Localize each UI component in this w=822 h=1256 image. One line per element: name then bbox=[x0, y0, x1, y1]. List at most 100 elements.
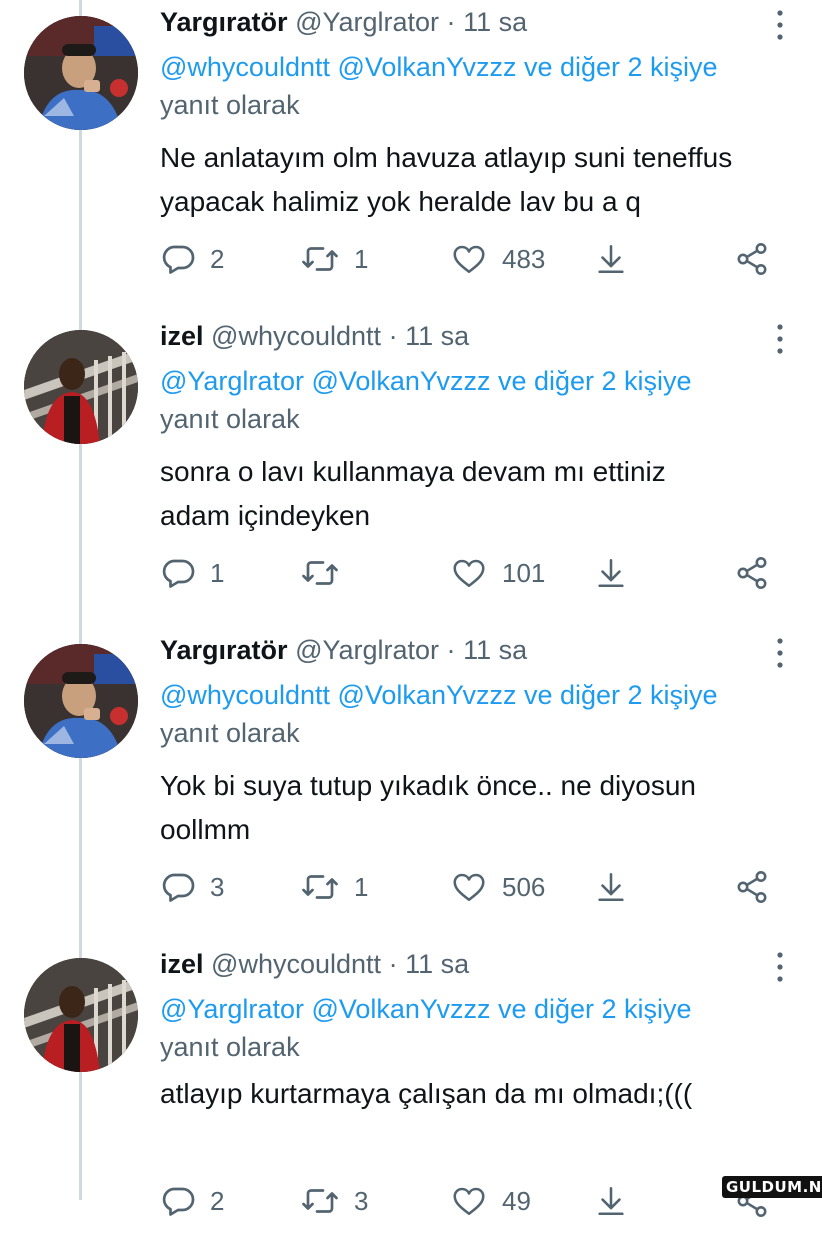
like-button[interactable]: 101 bbox=[450, 550, 545, 596]
retweet-icon bbox=[302, 1189, 338, 1213]
reply-icon bbox=[162, 245, 195, 274]
retweet-button[interactable]: 1 bbox=[300, 236, 368, 282]
retweet-icon bbox=[302, 561, 338, 585]
tweet-actions: 2 1 483 bbox=[160, 236, 800, 282]
reply-context: @Yarglrator @VolkanYvzzz ve diğer 2 kişi… bbox=[160, 362, 800, 438]
reply-icon bbox=[162, 1187, 195, 1216]
share-icon bbox=[737, 243, 767, 275]
user-handle[interactable]: @whycouldntt bbox=[211, 321, 381, 351]
reply-context-label: yanıt olarak bbox=[160, 1032, 300, 1062]
download-button[interactable] bbox=[594, 236, 628, 282]
display-name[interactable]: izel bbox=[160, 949, 204, 979]
avatar-yargirator[interactable] bbox=[24, 644, 138, 758]
tweet-header: izel @whycouldntt · 11 sa bbox=[160, 946, 469, 982]
share-button[interactable] bbox=[734, 236, 770, 282]
retweet-count: 1 bbox=[354, 243, 369, 274]
retweet-count: 1 bbox=[354, 871, 369, 902]
tweet[interactable]: Yargıratör @Yarglrator · 11 sa @whycould… bbox=[0, 0, 822, 314]
tweet-text: atlayıp kurtarmaya çalışan da mı olmadı;… bbox=[160, 1078, 693, 1109]
like-count: 483 bbox=[502, 243, 546, 274]
timestamp[interactable]: 11 sa bbox=[463, 635, 527, 665]
retweet-icon bbox=[302, 875, 338, 899]
reply-context-label: yanıt olarak bbox=[160, 404, 300, 434]
timestamp[interactable]: 11 sa bbox=[405, 321, 469, 351]
reply-context: @whycouldntt @VolkanYvzzz ve diğer 2 kiş… bbox=[160, 676, 800, 752]
avatar-yargirator[interactable] bbox=[24, 16, 138, 130]
user-handle[interactable]: @whycouldntt bbox=[211, 949, 381, 979]
reply-count: 3 bbox=[210, 871, 225, 902]
share-icon bbox=[737, 871, 767, 903]
retweet-icon bbox=[302, 247, 338, 271]
display-name[interactable]: Yargıratör bbox=[160, 635, 288, 665]
heart-icon bbox=[453, 245, 485, 274]
mention-links[interactable]: @whycouldntt @VolkanYvzzz ve diğer 2 kiş… bbox=[160, 680, 718, 710]
separator-dot: · bbox=[388, 321, 398, 351]
tweet-actions: 2 3 49 bbox=[160, 1178, 800, 1224]
separator-dot: · bbox=[446, 7, 456, 37]
share-button[interactable] bbox=[734, 550, 770, 596]
retweet-button[interactable]: 1 bbox=[300, 864, 368, 910]
like-button[interactable]: 483 bbox=[450, 236, 545, 282]
mention-links[interactable]: @whycouldntt @VolkanYvzzz ve diğer 2 kiş… bbox=[160, 52, 718, 82]
user-handle[interactable]: @Yarglrator bbox=[295, 635, 439, 665]
retweet-button[interactable] bbox=[300, 550, 354, 596]
like-count: 49 bbox=[502, 1185, 531, 1216]
timestamp[interactable]: 11 sa bbox=[463, 7, 527, 37]
mention-links[interactable]: @Yarglrator @VolkanYvzzz ve diğer 2 kişi… bbox=[160, 994, 692, 1024]
more-icon[interactable] bbox=[768, 950, 792, 984]
share-button[interactable] bbox=[734, 864, 770, 910]
heart-icon bbox=[453, 873, 485, 902]
separator-dot: · bbox=[446, 635, 456, 665]
tweet[interactable]: izel @whycouldntt · 11 sa @Yarglrator @V… bbox=[0, 942, 822, 1256]
more-icon[interactable] bbox=[768, 636, 792, 670]
timestamp[interactable]: 11 sa bbox=[405, 949, 469, 979]
heart-icon bbox=[453, 1187, 485, 1216]
reply-button[interactable]: 1 bbox=[160, 550, 224, 596]
user-handle[interactable]: @Yarglrator bbox=[295, 7, 439, 37]
tweet-header: izel @whycouldntt · 11 sa bbox=[160, 318, 469, 354]
tweet[interactable]: Yargıratör @Yarglrator · 11 sa @whycould… bbox=[0, 628, 822, 942]
reply-count: 2 bbox=[210, 243, 225, 274]
retweet-count: 3 bbox=[354, 1185, 369, 1216]
reply-icon bbox=[162, 873, 195, 902]
retweet-button[interactable]: 3 bbox=[300, 1178, 368, 1224]
more-icon[interactable] bbox=[768, 8, 792, 42]
reply-count: 1 bbox=[210, 557, 225, 588]
download-button[interactable] bbox=[594, 864, 628, 910]
like-button[interactable]: 506 bbox=[450, 864, 545, 910]
reply-button[interactable]: 2 bbox=[160, 236, 224, 282]
tweet-text: Yok bi suya tutup yıkadık önce.. ne diyo… bbox=[160, 770, 696, 845]
tweet[interactable]: izel @whycouldntt · 11 sa @Yarglrator @V… bbox=[0, 314, 822, 628]
reply-context-label: yanıt olarak bbox=[160, 90, 300, 120]
reply-context: @Yarglrator @VolkanYvzzz ve diğer 2 kişi… bbox=[160, 990, 800, 1066]
reply-button[interactable]: 2 bbox=[160, 1178, 224, 1224]
tweet-actions: 3 1 506 bbox=[160, 864, 800, 910]
display-name[interactable]: Yargıratör bbox=[160, 7, 288, 37]
separator-dot: · bbox=[388, 949, 398, 979]
reply-context-label: yanıt olarak bbox=[160, 718, 300, 748]
download-icon bbox=[598, 872, 624, 902]
mention-links[interactable]: @Yarglrator @VolkanYvzzz ve diğer 2 kişi… bbox=[160, 366, 692, 396]
more-icon[interactable] bbox=[768, 322, 792, 356]
download-button[interactable] bbox=[594, 550, 628, 596]
tweet-text: sonra o lavı kullanmaya devam mı ettiniz… bbox=[160, 456, 666, 531]
reply-button[interactable]: 3 bbox=[160, 864, 224, 910]
reply-icon bbox=[162, 559, 195, 588]
download-icon bbox=[598, 558, 624, 588]
watermark: GULDUM.NET bbox=[722, 1176, 822, 1198]
reply-context: @whycouldntt @VolkanYvzzz ve diğer 2 kiş… bbox=[160, 48, 800, 124]
heart-icon bbox=[453, 559, 485, 588]
download-icon bbox=[598, 1186, 624, 1216]
share-icon bbox=[737, 557, 767, 589]
like-count: 506 bbox=[502, 871, 546, 902]
tweet-header: Yargıratör @Yarglrator · 11 sa bbox=[160, 4, 527, 40]
like-count: 101 bbox=[502, 557, 546, 588]
download-button[interactable] bbox=[594, 1178, 628, 1224]
display-name[interactable]: izel bbox=[160, 321, 204, 351]
tweet-header: Yargıratör @Yarglrator · 11 sa bbox=[160, 632, 527, 668]
avatar-izel[interactable] bbox=[24, 958, 138, 1072]
download-icon bbox=[598, 244, 624, 274]
like-button[interactable]: 49 bbox=[450, 1178, 531, 1224]
avatar-izel[interactable] bbox=[24, 330, 138, 444]
tweet-actions: 1 101 bbox=[160, 550, 800, 596]
